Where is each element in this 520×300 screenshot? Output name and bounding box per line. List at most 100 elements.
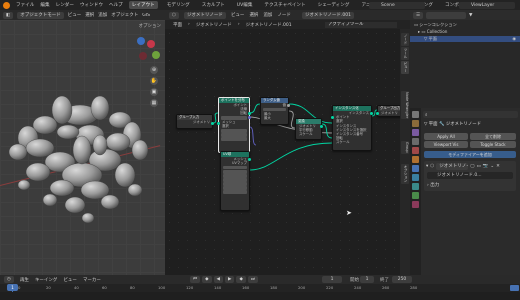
- scene-selector[interactable]: Scene: [369, 1, 425, 9]
- timeline-track[interactable]: [0, 292, 520, 300]
- pan-hand-icon[interactable]: ✋: [150, 77, 158, 85]
- viewport-menu-add[interactable]: 追加: [98, 12, 107, 18]
- geometry-socket-icon[interactable]: [370, 112, 373, 115]
- workspace-tab-shading[interactable]: シェーディング: [315, 1, 353, 9]
- tool-tab-icon[interactable]: [412, 111, 419, 118]
- filter-icon[interactable]: ▼: [469, 13, 472, 18]
- workspace-tab-layout[interactable]: レイアウト: [128, 1, 158, 9]
- mode-selector[interactable]: オブジェクトモード: [17, 11, 64, 19]
- outliner-row-plane[interactable]: ▽ 平面 ◉: [410, 36, 520, 42]
- distance-min-field[interactable]: [221, 129, 247, 133]
- physics-tab-icon[interactable]: [412, 183, 419, 190]
- output-attributes-panel[interactable]: › 出力: [427, 182, 439, 188]
- current-frame-field[interactable]: 1: [322, 276, 342, 283]
- play-reverse-icon[interactable]: ◀: [213, 276, 223, 283]
- modifier-name-field[interactable]: ジオメトリノード: [436, 163, 469, 170]
- node-transform[interactable]: 変換 ジオメトリ 平行移動 スケール: [295, 118, 323, 140]
- material-tab-icon[interactable]: [412, 201, 419, 208]
- sidebar-tab-options[interactable]: オプション: [401, 164, 409, 184]
- sidebar-tab-node-wrangler[interactable]: Node Wrangler: [401, 91, 409, 120]
- node-group-datablock-field[interactable]: ジオメトリノード.0...: [427, 172, 513, 179]
- gizmo-y-axis-icon[interactable]: [152, 51, 160, 59]
- viewport-options-dropdown[interactable]: オプション: [139, 23, 162, 29]
- apply-all-button[interactable]: Apply All: [424, 133, 468, 140]
- node-uv-sphere[interactable]: UV球 メッシュ UVマップ: [220, 151, 251, 211]
- properties-editor[interactable]: ⌕ ▽ 平面 🔧 ジオメトリノード Apply All 全て削除 Viewpor…: [410, 108, 520, 275]
- data-type-dropdown[interactable]: [263, 107, 286, 112]
- sidebar-tab-node[interactable]: ノード: [401, 33, 409, 46]
- timeline-menu-view[interactable]: ビュー: [63, 277, 77, 283]
- gizmo-x-axis-icon[interactable]: [147, 40, 155, 48]
- distribute-method-dropdown[interactable]: [221, 116, 247, 120]
- particles-tab-icon[interactable]: [412, 174, 419, 181]
- geometry-socket-icon[interactable]: [376, 112, 379, 115]
- sphere-param-field[interactable]: [223, 186, 247, 190]
- seed-field[interactable]: [221, 137, 247, 141]
- workspace-tab-modeling[interactable]: モデリング: [164, 1, 193, 9]
- viewport-menu-view[interactable]: ビュー: [68, 12, 82, 18]
- outliner-search-field[interactable]: [426, 11, 467, 19]
- instanced-spheres-mesh[interactable]: [0, 90, 165, 240]
- geometry-socket-icon[interactable]: [248, 158, 251, 161]
- chevron-down-icon[interactable]: ▾: [426, 164, 428, 169]
- vector-socket-icon[interactable]: [248, 116, 251, 119]
- workspace-tab-texture-paint[interactable]: テクスチャペイント: [261, 1, 308, 9]
- sphere-param-field[interactable]: [223, 182, 247, 186]
- outliner-type-icon[interactable]: ☰: [413, 11, 424, 19]
- gizmo-z-axis-icon[interactable]: [137, 37, 145, 45]
- node-random-value[interactable]: ランダム値 値 最小 最大: [260, 97, 290, 125]
- outliner-row-collection[interactable]: ▸ ▭ Collection: [410, 29, 520, 35]
- timeline-menu-keying[interactable]: キーイング: [35, 277, 58, 283]
- constraints-tab-icon[interactable]: [412, 192, 419, 199]
- node-instance-on-points[interactable]: インスタンス化 インスタンス ポイント 選択 インスタンス インスタンスを選択 …: [331, 105, 373, 151]
- node-group-input[interactable]: グループ入力 ジオメトリ: [176, 114, 214, 129]
- visibility-eye-icon[interactable]: ◉: [512, 36, 516, 42]
- add-modifier-button[interactable]: モディファイアーを追加: [424, 151, 516, 158]
- dropdown-menu-icon[interactable]: ⌄: [490, 164, 494, 169]
- scene-tab-icon[interactable]: [412, 147, 419, 154]
- menu-window[interactable]: ウィンドウ: [80, 2, 103, 8]
- viewport-vis-button[interactable]: Viewport Vis: [424, 141, 468, 148]
- sidebar-tab-tool[interactable]: ツール: [401, 47, 409, 60]
- viewport-menu-gis[interactable]: GIS: [142, 13, 150, 18]
- object-tab-icon[interactable]: [412, 156, 419, 163]
- view-layer-selector[interactable]: ViewLayer: [459, 1, 515, 9]
- zoom-icon[interactable]: ⊕: [150, 66, 158, 74]
- close-icon[interactable]: ✕: [496, 164, 500, 169]
- toggle-stack-button[interactable]: Toggle Stack: [470, 141, 516, 148]
- viewport-display-icon[interactable]: ▭: [476, 164, 480, 169]
- next-keyframe-icon[interactable]: ◆: [236, 276, 246, 283]
- segments-field[interactable]: [223, 165, 247, 170]
- menu-edit[interactable]: 編集: [40, 2, 49, 8]
- gizmo-neg-x-icon[interactable]: [139, 52, 147, 60]
- density-max-field[interactable]: [221, 133, 247, 137]
- jump-end-icon[interactable]: ⏭: [247, 276, 258, 283]
- sidebar-tab-view[interactable]: ビュー: [401, 61, 409, 74]
- viewport-menu-object[interactable]: オブジェクト: [111, 12, 138, 18]
- geometry-socket-icon[interactable]: [331, 116, 334, 119]
- play-icon[interactable]: ▶: [225, 276, 235, 283]
- render-camera-icon[interactable]: 📷: [483, 164, 489, 169]
- node-editor[interactable]: ⬡ ジオメトリノード ビュー 選択 追加 ノード ジオメトリノード.001 平面…: [165, 10, 410, 275]
- node-distribute-points[interactable]: ポイントを分布 ポイント 法線 回転 メッシュ 選択: [217, 97, 251, 153]
- outliner[interactable]: ☰ ▼ ▭ シーンコレクション ▸ ▭ Collection ▽ 平面 ◉: [410, 10, 520, 108]
- viewport-menu-select[interactable]: 選択: [85, 12, 94, 18]
- 3d-viewport[interactable]: ◧ オブジェクトモード ビュー 選択 追加 オブジェクト GIS オプション ⊕…: [0, 10, 165, 275]
- geometry-socket-icon[interactable]: [248, 112, 251, 115]
- timeline-menu-marker[interactable]: マーカー: [83, 277, 101, 283]
- geometry-socket-icon[interactable]: [211, 122, 214, 125]
- timeline-type-icon[interactable]: ◷: [4, 276, 14, 283]
- rings-field[interactable]: [223, 169, 247, 174]
- timeline-menu-playback[interactable]: 再生: [20, 277, 29, 283]
- timeline[interactable]: ◷ 再生 キーイング ビュー マーカー ⏮ ◆ ◀ ▶ ◆ ⏭ 1 開始 1 終…: [0, 275, 520, 300]
- float-socket-icon[interactable]: [287, 104, 290, 107]
- menu-render[interactable]: レンダー: [56, 2, 74, 8]
- delete-all-button[interactable]: 全て削除: [470, 133, 516, 140]
- blender-logo-icon[interactable]: [3, 1, 10, 9]
- sphere-param-field[interactable]: [223, 190, 247, 195]
- timeline-ruler[interactable]: 0 20 40 60 80 100 120 140 160 180 200 22…: [0, 284, 520, 292]
- workspace-tab-sculpt[interactable]: スカルプト: [199, 1, 228, 9]
- edit-mode-icon[interactable]: ▢: [470, 164, 474, 169]
- geometry-socket-icon[interactable]: [320, 125, 323, 128]
- outliner-row-scene-collection[interactable]: ▭ シーンコレクション: [410, 22, 520, 28]
